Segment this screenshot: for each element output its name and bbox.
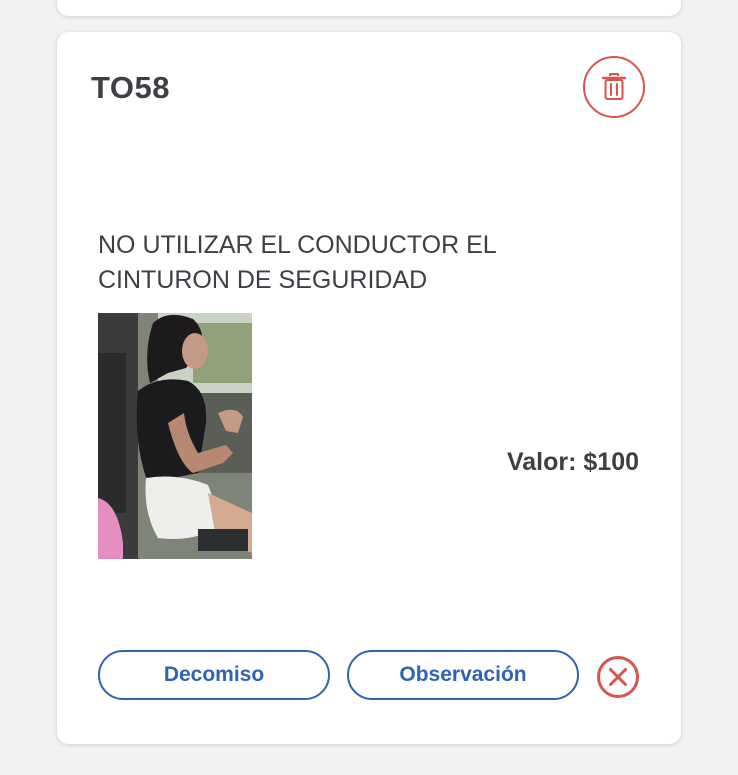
infraction-value: Valor: $100 xyxy=(506,448,639,476)
remove-button[interactable] xyxy=(596,655,640,699)
previous-card xyxy=(57,0,681,16)
close-circle-icon xyxy=(597,656,639,698)
evidence-photo[interactable] xyxy=(98,313,252,559)
infraction-card: TO58 NO UTILIZAR EL CONDUCTOR EL CINTURO… xyxy=(57,32,681,744)
trash-icon xyxy=(601,73,627,100)
decomiso-button[interactable]: Decomiso xyxy=(98,650,330,700)
delete-button[interactable] xyxy=(583,56,645,118)
infraction-description: NO UTILIZAR EL CONDUCTOR EL CINTURON DE … xyxy=(98,231,496,294)
infraction-code: TO58 xyxy=(91,70,170,105)
observacion-button[interactable]: Observación xyxy=(347,650,579,700)
